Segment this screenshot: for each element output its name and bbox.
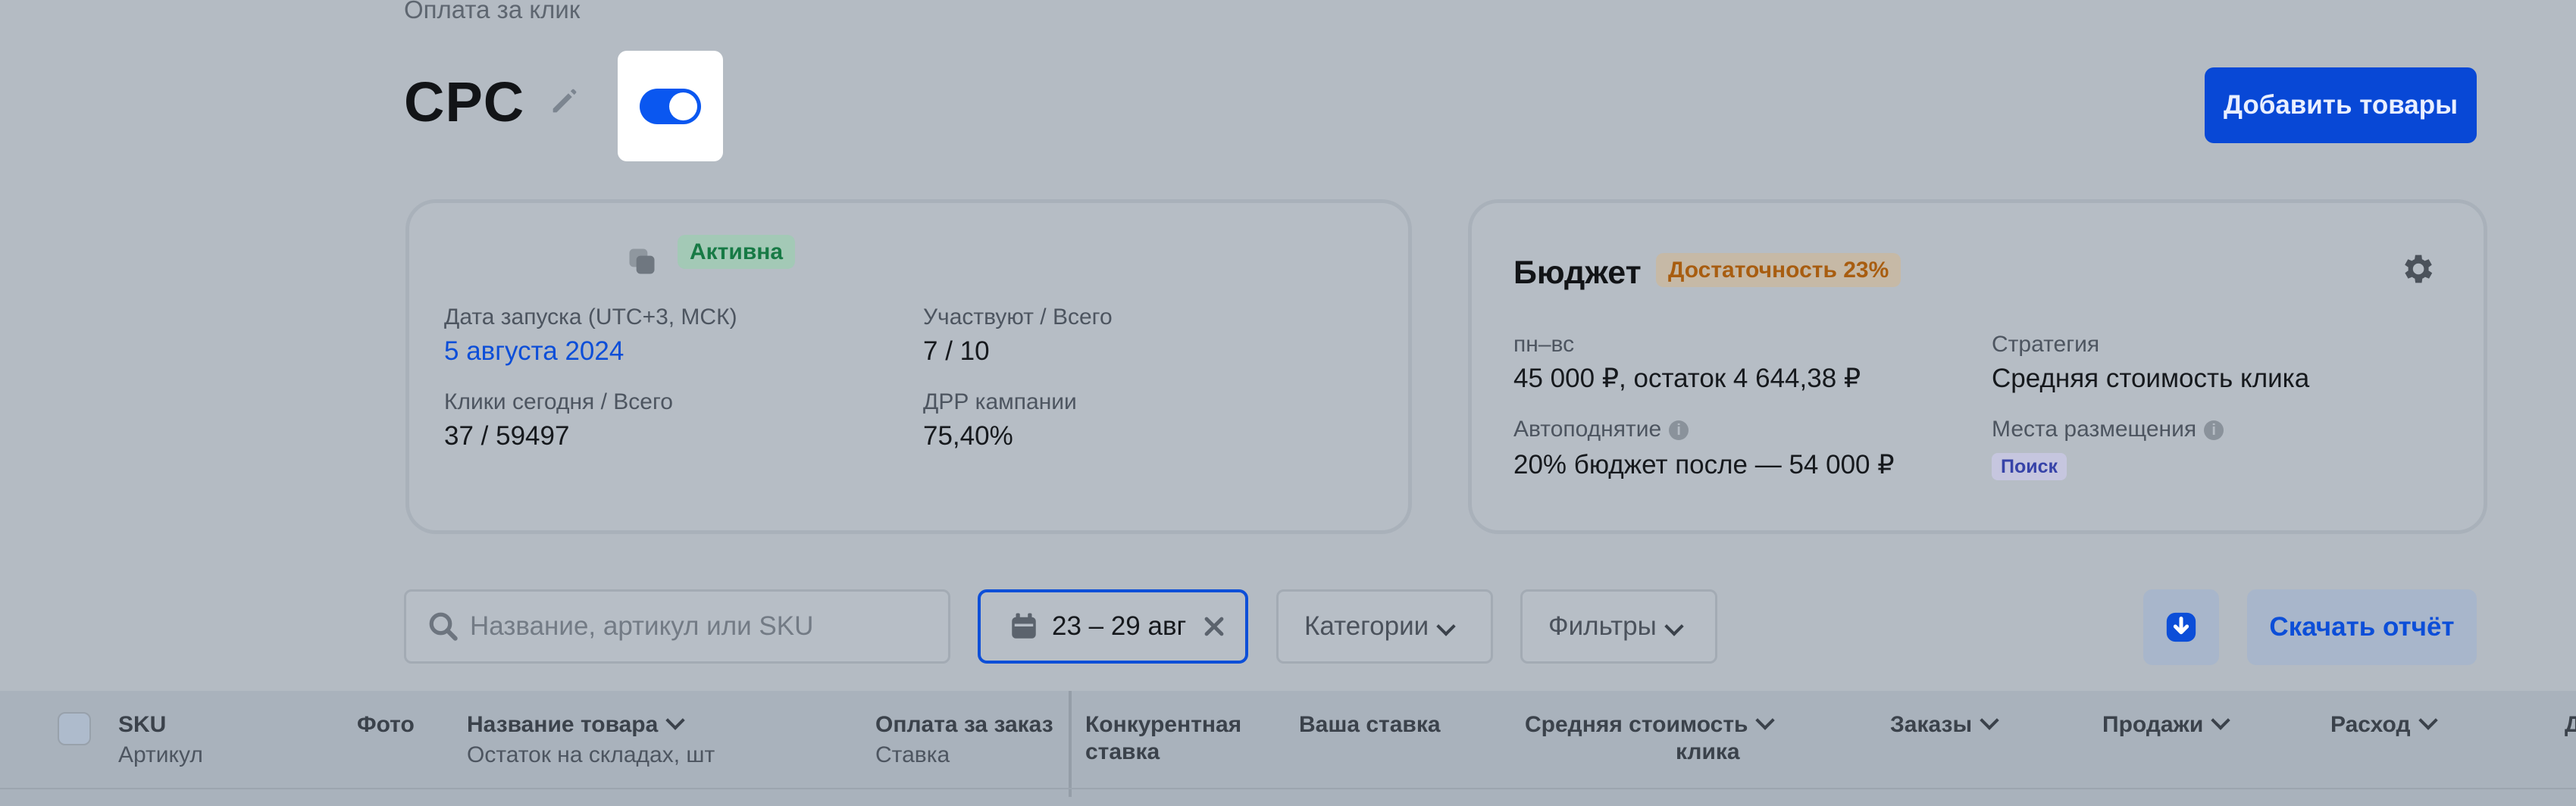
launch-date-value[interactable]: 5 августа 2024 [444, 336, 624, 367]
page-title: CPC [404, 70, 525, 133]
drr-value: 75,40% [923, 421, 1013, 451]
column-header-your-bid: Ваша ставка [1299, 712, 1441, 737]
column-header-orders[interactable]: Заказы [1890, 711, 1999, 738]
download-report-button[interactable]: Скачать отчёт [2247, 589, 2477, 665]
chevron-down-icon [2418, 711, 2438, 730]
column-header-name[interactable]: Название товара [467, 711, 686, 738]
budget-period-label: пн–вс [1513, 332, 1575, 357]
info-icon[interactable]: i [1669, 420, 1689, 441]
toggle-knob [669, 92, 697, 120]
date-range-filter[interactable]: 23 – 29 авг [978, 589, 1248, 664]
search-icon [429, 612, 458, 641]
placement-tag: Поиск [1992, 453, 2067, 480]
search-placeholder: Название, артикул или SKU [470, 611, 814, 641]
column-header-avg-click-cost-label: Средняя стоимость [1525, 712, 1748, 737]
column-header-truncated: Д [2565, 712, 2576, 737]
column-header-sales-label: Продажи [2102, 712, 2204, 737]
column-header-spend[interactable]: Расход [2330, 711, 2438, 738]
info-icon[interactable]: i [2204, 420, 2224, 441]
pencil-edit-icon[interactable] [547, 83, 582, 118]
categories-dropdown[interactable]: Категории [1276, 589, 1493, 664]
campaign-toggle-highlight [618, 51, 723, 161]
participants-label: Участвуют / Всего [923, 305, 1113, 330]
campaign-info-card: Активна Дата запуска (UTC+3, МСК) 5 авгу… [405, 199, 1412, 534]
column-header-sales[interactable]: Продажи [2102, 711, 2230, 738]
search-input[interactable]: Название, артикул или SKU [404, 589, 950, 664]
chevron-down-icon [1436, 617, 1456, 636]
chevron-down-icon [1664, 617, 1684, 636]
strategy-label: Стратегия [1992, 332, 2100, 357]
close-icon[interactable] [1201, 614, 1227, 639]
chevron-down-icon [1980, 711, 1999, 730]
drr-label: ДРР кампании [923, 389, 1077, 414]
column-header-competitive-bid: Конкурентная [1085, 712, 1242, 737]
column-header-avg-click-cost[interactable]: Средняя стоимость [1525, 711, 1776, 738]
chevron-down-icon [665, 711, 686, 730]
campaign-toggle[interactable] [640, 89, 701, 124]
add-products-button[interactable]: Добавить товары [2205, 67, 2477, 143]
filters-label: Фильтры [1548, 611, 1657, 641]
budget-sufficiency-badge: Достаточность 23% [1656, 253, 1901, 287]
download-button[interactable] [2143, 589, 2219, 665]
date-range-value: 23 – 29 авг [1052, 611, 1187, 641]
column-header-bid: Ставка [875, 742, 950, 767]
select-all-checkbox[interactable] [58, 712, 91, 745]
launch-date-label: Дата запуска (UTC+3, МСК) [444, 305, 737, 330]
column-header-avg-click-cost-line2: клика [1676, 739, 1740, 764]
placement-label: Места размещения [1992, 417, 2197, 442]
column-header-spend-label: Расход [2330, 712, 2411, 737]
strategy-value: Средняя стоимость клика [1992, 364, 2310, 393]
column-header-stock: Остаток на складах, шт [467, 742, 715, 767]
budget-card: Бюджет Достаточность 23% пн–вс 45 000 ₽,… [1468, 199, 2487, 534]
budget-period-value: 45 000 ₽, остаток 4 644,38 ₽ [1513, 364, 1861, 393]
budget-title: Бюджет [1513, 255, 1642, 291]
status-badge: Активна [678, 235, 796, 269]
calendar-icon [1012, 613, 1036, 639]
autoraise-label: Автоподнятие [1513, 417, 1662, 442]
autoraise-label-row: Автоподнятие i [1513, 417, 1689, 442]
copy-icon[interactable] [625, 245, 659, 282]
column-header-sku[interactable]: SKU [118, 712, 166, 738]
column-header-competitive-bid-line2: ставка [1085, 739, 1160, 764]
column-header-photo: Фото [357, 712, 415, 737]
clicks-label: Клики сегодня / Всего [444, 389, 673, 414]
column-header-orders-label: Заказы [1890, 712, 1973, 737]
download-icon [2166, 612, 2196, 642]
column-divider [1069, 691, 1072, 797]
column-header-order-pay: Оплата за заказ [875, 712, 1053, 737]
gear-icon[interactable] [2398, 250, 2436, 292]
autoraise-value: 20% бюджет после — 54 000 ₽ [1513, 450, 1895, 480]
chevron-down-icon [1755, 711, 1776, 730]
table-divider [0, 788, 2576, 789]
placement-label-row: Места размещения i [1992, 417, 2224, 442]
participants-value: 7 / 10 [923, 336, 990, 366]
chevron-down-icon [2211, 711, 2230, 730]
categories-label: Категории [1304, 611, 1429, 641]
breadcrumb[interactable]: Оплата за клик [404, 0, 580, 24]
clicks-value: 37 / 59497 [444, 421, 570, 451]
filters-dropdown[interactable]: Фильтры [1520, 589, 1717, 664]
column-header-name-label: Название товара [467, 712, 659, 737]
column-header-article: Артикул [118, 742, 203, 767]
